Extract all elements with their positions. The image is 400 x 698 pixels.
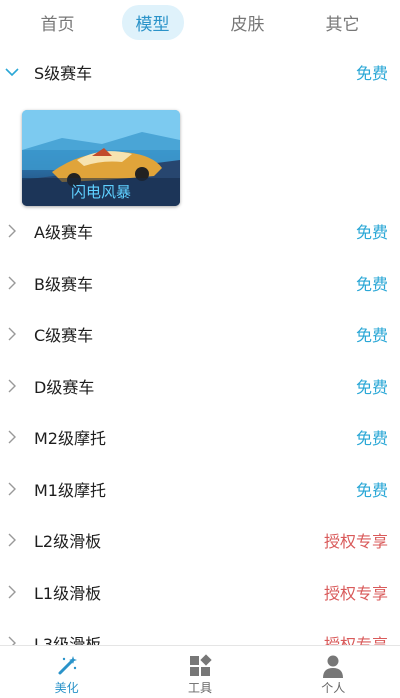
price-tag: 免费 — [355, 429, 388, 449]
person-icon — [323, 655, 344, 678]
price-tag: 免费 — [355, 63, 388, 83]
price-tag: 免费 — [355, 480, 388, 500]
price-tag: 授权专享 — [323, 583, 388, 603]
nav-tools[interactable]: 工具 — [155, 646, 245, 698]
grid-icon — [189, 654, 212, 676]
category-label: M1级摩托 — [34, 480, 106, 500]
category-row-expanded[interactable]: S级赛车 免费 — [0, 46, 400, 98]
chevron-down-icon — [5, 68, 19, 76]
nav-personal[interactable]: 个人 — [288, 646, 378, 698]
chevron-right-icon — [8, 430, 16, 444]
category-row[interactable]: L2级滑板 授权专享 — [0, 515, 400, 567]
tab-others[interactable]: 其它 — [312, 5, 374, 40]
price-tag: 免费 — [355, 377, 388, 397]
category-row[interactable]: C级赛车 免费 — [0, 309, 400, 361]
tab-home[interactable]: 首页 — [27, 5, 89, 40]
price-tag: 免费 — [355, 223, 388, 243]
expanded-content: 闪电风暴 — [0, 98, 400, 206]
category-row[interactable]: L3级滑板 授权专享 — [0, 618, 400, 646]
tab-models[interactable]: 模型 — [121, 4, 184, 40]
category-row[interactable]: A级赛车 免费 — [0, 206, 400, 258]
model-category-list: S级赛车 免费 闪电风暴 A级赛车 免费 B级赛车 免费 C级赛车 免费 D级赛… — [0, 46, 400, 646]
category-label: D级赛车 — [34, 377, 95, 397]
chevron-right-icon — [8, 533, 16, 547]
category-label: L1级滑板 — [34, 583, 102, 603]
category-row[interactable]: B级赛车 免费 — [0, 257, 400, 309]
nav-beautify[interactable]: 美化 — [22, 646, 112, 698]
category-row[interactable]: D级赛车 免费 — [0, 360, 400, 412]
category-row[interactable]: M1级摩托 免费 — [0, 463, 400, 515]
nav-label: 个人 — [321, 681, 346, 695]
category-label: B级赛车 — [34, 274, 93, 294]
chevron-right-icon — [8, 327, 16, 341]
category-row[interactable]: L1级滑板 授权专享 — [0, 566, 400, 618]
price-tag: 免费 — [355, 326, 388, 346]
nav-label: 工具 — [187, 681, 212, 695]
category-label: M2级摩托 — [34, 429, 106, 449]
category-label: L3级滑板 — [34, 635, 102, 646]
chevron-right-icon — [8, 224, 16, 238]
price-tag: 授权专享 — [323, 635, 388, 646]
price-tag: 免费 — [355, 274, 388, 294]
chevron-right-icon — [8, 379, 16, 393]
magic-wand-icon — [58, 656, 77, 675]
category-row[interactable]: M2级摩托 免费 — [0, 412, 400, 464]
chevron-right-icon — [8, 276, 16, 290]
nav-label: 美化 — [54, 681, 79, 695]
bottom-nav-bar: 美化 工具 个人 — [0, 645, 400, 698]
category-label: C级赛车 — [34, 326, 94, 346]
model-card[interactable]: 闪电风暴 — [22, 109, 180, 206]
category-label: A级赛车 — [34, 223, 93, 243]
category-label: L2级滑板 — [34, 532, 102, 552]
category-label: S级赛车 — [34, 63, 93, 83]
price-tag: 授权专享 — [323, 532, 388, 552]
chevron-right-icon — [8, 482, 16, 496]
chevron-right-icon — [8, 585, 16, 599]
model-card-caption: 闪电风暴 — [22, 177, 180, 206]
top-tab-bar: 首页 模型 皮肤 其它 — [0, 0, 400, 44]
tab-skins[interactable]: 皮肤 — [217, 5, 279, 40]
